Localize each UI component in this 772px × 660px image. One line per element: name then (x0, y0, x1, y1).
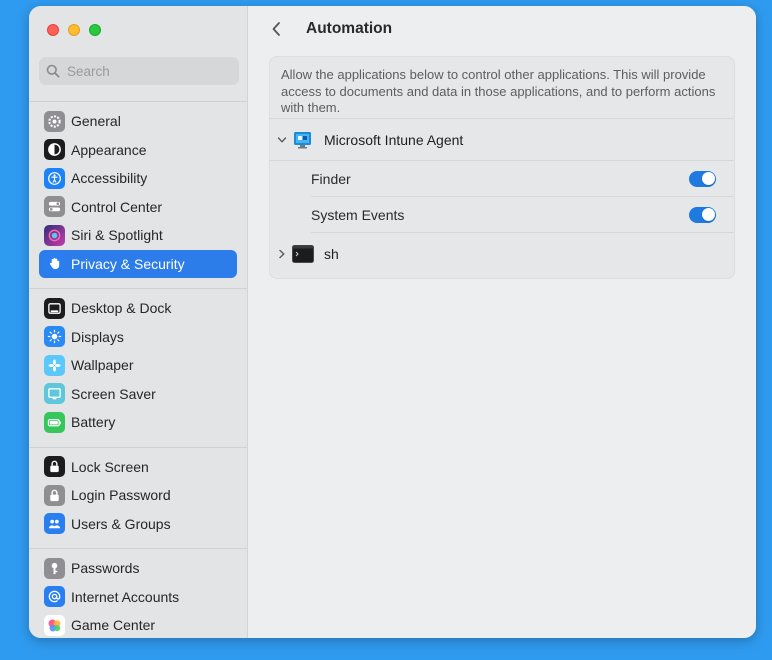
window-controls (47, 24, 101, 36)
close-button[interactable] (47, 24, 59, 36)
automation-panel: Allow the applications below to control … (269, 56, 735, 279)
game-center-icon (44, 614, 65, 636)
finder-toggle[interactable] (689, 170, 716, 187)
sidebar-item-label: Passwords (71, 560, 140, 577)
sidebar-item-internet-accounts[interactable]: Internet Accounts (39, 583, 237, 612)
chevron-down-icon (277, 136, 287, 142)
target-label: Finder (311, 170, 351, 187)
hand-icon (44, 253, 65, 275)
gear-icon (44, 110, 65, 132)
control-center-icon (44, 196, 65, 218)
sun-icon (44, 326, 65, 348)
toggle-knob (701, 208, 715, 221)
sidebar-item-label: Appearance (71, 141, 147, 158)
back-button[interactable] (266, 18, 286, 40)
chevron-right-icon (279, 249, 285, 259)
sidebar-item-label: Privacy & Security (71, 255, 185, 272)
disclosure-expanded[interactable] (274, 136, 290, 144)
sidebar-item-label: Desktop & Dock (71, 300, 172, 317)
users-icon (44, 513, 65, 535)
screen-saver-icon (44, 383, 65, 405)
sidebar-item-label: General (71, 113, 121, 130)
search-placeholder: Search (67, 63, 110, 79)
sidebar-item-desktop-dock[interactable]: Desktop & Dock (39, 294, 237, 323)
sidebar-item-login-password[interactable]: Login Password (39, 481, 237, 510)
target-row-system-events: System Events (311, 197, 734, 233)
system-events-toggle[interactable] (689, 206, 716, 223)
sidebar-group-accounts: Passwords Internet Accounts Game Center (29, 548, 247, 638)
app-name: Microsoft Intune Agent (324, 131, 464, 148)
sidebar-item-label: Game Center (71, 617, 156, 634)
sidebar-item-users-groups[interactable]: Users & Groups (39, 510, 237, 539)
sidebar-item-label: Displays (71, 328, 124, 345)
sidebar-item-displays[interactable]: Displays (39, 323, 237, 352)
intune-agent-icon (292, 129, 314, 151)
sidebar-item-label: Accessibility (71, 170, 148, 187)
app-name: sh (324, 246, 339, 262)
sidebar-item-label: Login Password (71, 487, 171, 504)
sidebar-item-game-center[interactable]: Game Center (39, 611, 237, 638)
sidebar-item-label: Internet Accounts (71, 588, 180, 605)
zoom-button[interactable] (89, 24, 101, 36)
sidebar-group-security: Lock Screen Login Password Users & Group… (29, 446, 247, 539)
minimize-button[interactable] (68, 24, 80, 36)
toolbar: Automation (266, 18, 392, 40)
sidebar-item-label: Users & Groups (71, 515, 171, 532)
sidebar-item-screen-saver[interactable]: Screen Saver (39, 380, 237, 409)
sidebar-item-general[interactable]: General (39, 107, 237, 136)
sidebar: Search General Appearance Accessibility … (29, 6, 248, 638)
sidebar-item-wallpaper[interactable]: Wallpaper (39, 351, 237, 380)
sidebar-group-system: General Appearance Accessibility Control… (29, 101, 247, 278)
disclosure-collapsed[interactable] (274, 249, 290, 259)
terminal-icon (292, 243, 314, 265)
sidebar-item-label: Wallpaper (71, 357, 134, 374)
dock-icon (44, 297, 65, 319)
sidebar-item-lock-screen[interactable]: Lock Screen (39, 453, 237, 482)
sidebar-item-label: Battery (71, 414, 116, 431)
siri-icon (44, 224, 65, 246)
description-text: Allow the applications below to control … (270, 57, 734, 119)
sidebar-item-label: Control Center (71, 198, 163, 215)
key-icon (44, 557, 65, 579)
sidebar-item-appearance[interactable]: Appearance (39, 136, 237, 165)
battery-icon (44, 411, 65, 433)
sidebar-group-display: Desktop & Dock Displays Wallpaper Screen… (29, 288, 247, 437)
settings-window: Search General Appearance Accessibility … (29, 6, 756, 638)
app-row-sh[interactable]: sh (270, 233, 734, 275)
accessibility-icon (44, 167, 65, 189)
sidebar-item-accessibility[interactable]: Accessibility (39, 164, 237, 193)
sidebar-item-privacy-security[interactable]: Privacy & Security (39, 249, 237, 278)
chevron-left-icon (272, 22, 280, 36)
sidebar-item-passwords[interactable]: Passwords (39, 554, 237, 583)
at-icon (44, 586, 65, 608)
content-pane: Automation Allow the applications below … (248, 6, 756, 638)
sidebar-item-label: Siri & Spotlight (71, 227, 163, 244)
app-row-microsoft-intune-agent[interactable]: Microsoft Intune Agent (270, 119, 734, 161)
padlock-icon (44, 484, 65, 506)
sidebar-item-battery[interactable]: Battery (39, 408, 237, 437)
sidebar-item-label: Lock Screen (71, 458, 149, 475)
toggle-knob (701, 172, 715, 185)
sidebar-item-label: Screen Saver (71, 385, 156, 402)
appearance-icon (44, 139, 65, 161)
target-row-finder: Finder (311, 161, 734, 197)
sidebar-item-siri-spotlight[interactable]: Siri & Spotlight (39, 221, 237, 250)
search-field[interactable]: Search (39, 57, 239, 85)
wallpaper-icon (44, 354, 65, 376)
lock-icon (44, 456, 65, 478)
search-icon (46, 64, 60, 78)
target-label: System Events (311, 206, 405, 223)
page-title: Automation (306, 20, 393, 37)
sidebar-nav: General Appearance Accessibility Control… (29, 101, 247, 638)
sidebar-item-control-center[interactable]: Control Center (39, 193, 237, 222)
